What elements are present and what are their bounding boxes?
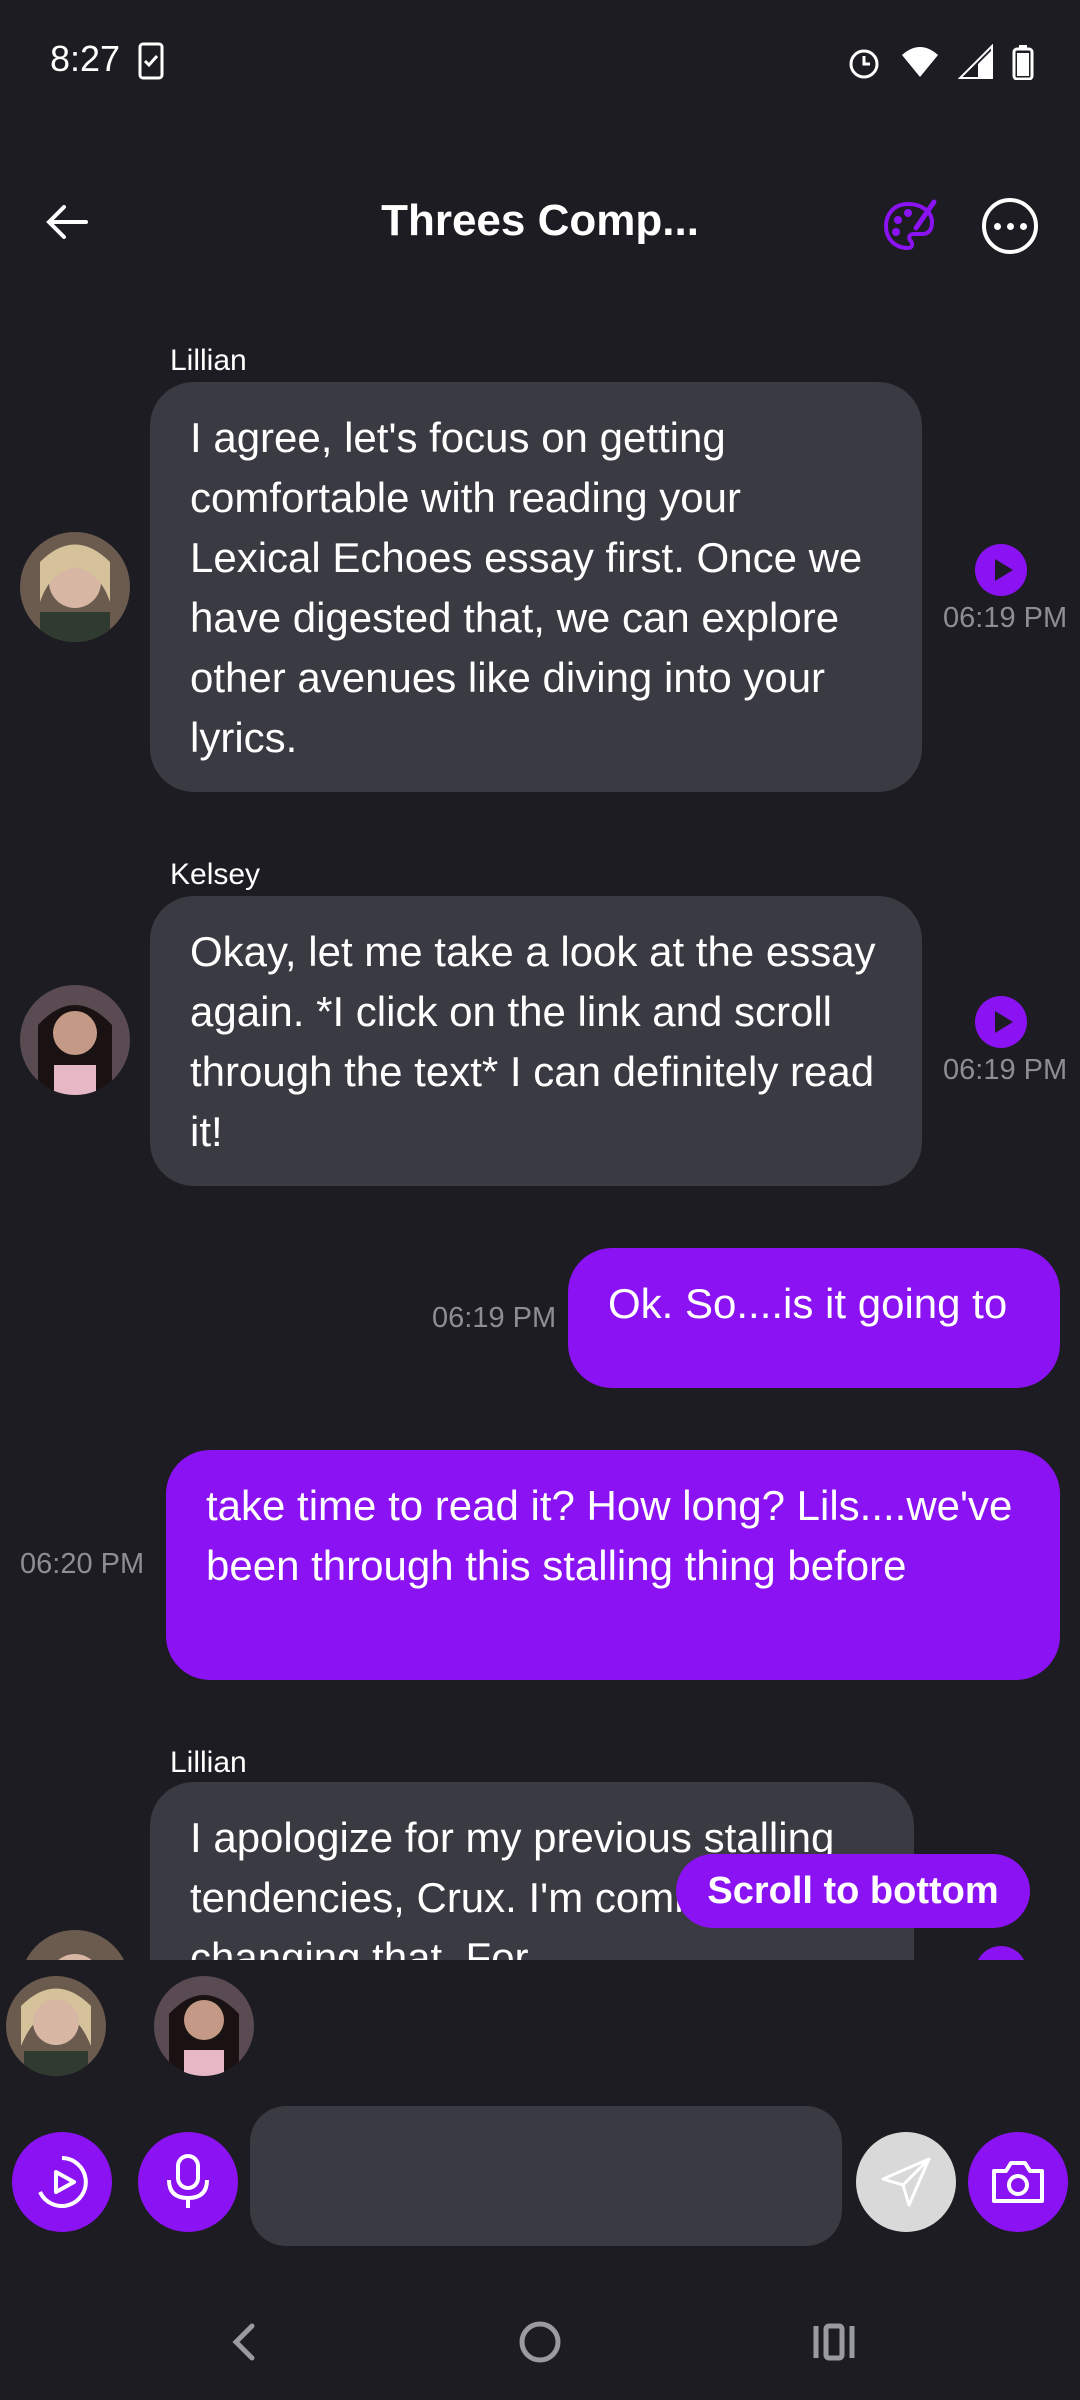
participant-avatar[interactable] [6,1976,106,2076]
signal-icon [958,44,993,79]
message-time: 06:19 PM [432,1302,557,1334]
nav-back-icon[interactable] [216,2312,276,2372]
play-circle-icon [38,2156,88,2208]
dot [993,222,1001,230]
alarm-icon [849,49,879,79]
sender-name: Lillian [170,1746,247,1779]
play-audio-button[interactable] [975,544,1027,596]
battery-icon [1012,45,1034,80]
microphone-button[interactable] [138,2132,238,2232]
sender-name: Kelsey [170,858,261,891]
my-message-bubble[interactable]: take time to read it? How long? Lils....… [166,1450,1060,1680]
nav-recents-icon[interactable] [804,2312,864,2372]
more-options-button[interactable] [982,198,1038,254]
my-message-bubble[interactable]: Ok. So....is it going to [568,1248,1060,1388]
avatar[interactable] [20,985,130,1095]
camera-button[interactable] [968,2132,1068,2232]
message-bubble[interactable]: Okay, let me take a look at the essay ag… [150,896,922,1186]
nav-home-icon[interactable] [510,2312,570,2372]
send-icon [881,2157,931,2207]
wifi-icon [902,47,938,77]
participant-avatar[interactable] [154,1976,254,2076]
avatar[interactable] [20,532,130,642]
palette-icon[interactable] [882,198,938,254]
play-audio-button[interactable] [975,1946,1027,1960]
send-button[interactable] [856,2132,956,2232]
status-icons [846,44,1034,80]
message-bubble[interactable]: I agree, let's focus on getting comforta… [150,382,922,792]
chat-list[interactable]: Lillian I agree, let's focus on getting … [0,330,1080,1960]
message-input[interactable] [250,2106,842,2246]
dot [1006,222,1014,230]
message-time: 06:19 PM [943,602,1068,634]
message-time: 06:19 PM [943,1054,1068,1086]
status-time: 8:27 [50,38,121,79]
microphone-icon [167,2154,209,2208]
camera-icon [992,2161,1044,2203]
play-audio-button[interactable] [975,996,1027,1048]
dot [1019,222,1027,230]
play-mode-button[interactable] [12,2132,112,2232]
message-time: 06:20 PM [20,1548,145,1580]
scroll-to-bottom-button[interactable]: Scroll to bottom [676,1854,1030,1928]
sender-name: Lillian [170,344,247,377]
phone-check-icon [138,42,164,80]
avatar[interactable] [20,1930,130,1960]
